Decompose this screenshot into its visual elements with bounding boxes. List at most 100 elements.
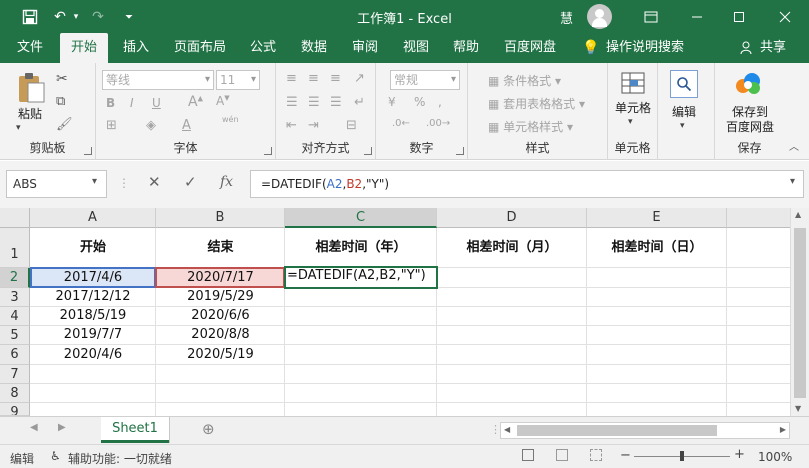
merge-center-icon[interactable]: ⊟: [346, 118, 357, 133]
fill-color-icon[interactable]: ◈: [146, 118, 156, 133]
sheet-next-icon[interactable]: ▶: [58, 422, 66, 433]
cell-styles-button[interactable]: ▦ 单元格样式 ▾: [488, 118, 573, 135]
increase-indent-icon[interactable]: ⇥: [308, 118, 319, 133]
find-icon[interactable]: [670, 70, 698, 98]
italic-button[interactable]: I: [130, 96, 134, 110]
borders-icon[interactable]: ⊞: [106, 118, 117, 133]
cell-d1[interactable]: 相差时间（月）: [437, 236, 587, 255]
column-header-d[interactable]: D: [437, 208, 587, 228]
share-person-icon[interactable]: [738, 33, 754, 63]
worksheet-grid[interactable]: A B C D E 1 2 3 4 5 6 7 8 9 开始 结束 相差时间（年…: [0, 208, 790, 416]
cell-a5[interactable]: 2019/7/7: [30, 327, 156, 342]
zoom-slider-thumb[interactable]: [680, 451, 684, 461]
collapse-ribbon-icon[interactable]: ︿: [789, 138, 799, 153]
row-header-6[interactable]: 6: [0, 345, 30, 365]
paste-icon[interactable]: [14, 71, 48, 105]
enter-icon[interactable]: ✓: [184, 173, 197, 191]
column-header-e[interactable]: E: [587, 208, 727, 228]
paste-button[interactable]: 粘贴: [10, 107, 50, 122]
cell-b1[interactable]: 结束: [156, 236, 285, 255]
share-button[interactable]: 共享: [756, 33, 790, 63]
row-header-8[interactable]: 8: [0, 384, 30, 403]
number-launcher-icon[interactable]: [456, 147, 464, 155]
ribbon-display-options-icon[interactable]: [636, 4, 666, 29]
horizontal-scroll-thumb[interactable]: [517, 425, 717, 436]
align-middle-icon[interactable]: ≡: [308, 71, 319, 86]
column-header-f[interactable]: [727, 208, 790, 228]
scroll-up-icon[interactable]: ▲: [795, 210, 801, 219]
active-cell-c2[interactable]: [284, 266, 438, 289]
cell-b2[interactable]: 2020/7/17: [156, 270, 285, 285]
orientation-icon[interactable]: ↗: [354, 71, 365, 86]
decrease-indent-icon[interactable]: ⇤: [286, 118, 297, 133]
tab-page-layout[interactable]: 页面布局: [168, 33, 232, 63]
cell-a6[interactable]: 2020/4/6: [30, 347, 156, 362]
zoom-out-button[interactable]: −: [620, 448, 631, 463]
zoom-level[interactable]: 100%: [758, 450, 792, 464]
cell-b4[interactable]: 2020/6/6: [156, 308, 285, 323]
align-left-icon[interactable]: ☰: [286, 95, 298, 110]
align-right-icon[interactable]: ☰: [330, 95, 342, 110]
tab-insert[interactable]: 插入: [116, 33, 156, 63]
tab-formulas[interactable]: 公式: [242, 33, 284, 63]
copy-icon[interactable]: ⧉: [56, 94, 65, 109]
column-header-c[interactable]: C: [285, 208, 437, 228]
close-icon[interactable]: [770, 4, 800, 29]
horizontal-scrollbar[interactable]: ◀ ▶: [500, 422, 790, 439]
row-header-9[interactable]: 9: [0, 403, 30, 416]
font-name-select[interactable]: 等线: [102, 70, 214, 90]
tab-home[interactable]: 开始: [60, 33, 108, 63]
decrease-decimal-icon[interactable]: .00→: [426, 118, 450, 129]
cut-icon[interactable]: ✂: [56, 71, 68, 87]
percent-button[interactable]: %: [414, 95, 425, 109]
align-top-icon[interactable]: ≡: [286, 71, 297, 86]
paste-dropdown-icon[interactable]: ▾: [16, 123, 21, 133]
accessibility-icon[interactable]: ♿: [50, 449, 61, 463]
alignment-launcher-icon[interactable]: [364, 147, 372, 155]
row-header-5[interactable]: 5: [0, 326, 30, 345]
font-launcher-icon[interactable]: [264, 147, 272, 155]
editing-dropdown-icon[interactable]: ▾: [680, 121, 685, 131]
cancel-icon[interactable]: ✕: [148, 173, 161, 191]
increase-font-icon[interactable]: A▲: [188, 94, 203, 110]
normal-view-icon[interactable]: [522, 449, 534, 461]
row-header-2[interactable]: 2: [0, 268, 30, 288]
formula-input[interactable]: =DATEDIF(A2,B2,"Y"): [250, 170, 804, 198]
tell-me-search[interactable]: 操作说明搜索: [604, 33, 686, 63]
cell-a3[interactable]: 2017/12/12: [30, 289, 156, 304]
row-header-7[interactable]: 7: [0, 365, 30, 384]
tab-baidu-netdisk[interactable]: 百度网盘: [498, 33, 562, 63]
accounting-format-icon[interactable]: ¥: [388, 95, 396, 109]
user-name[interactable]: 慧: [560, 8, 573, 27]
avatar[interactable]: [587, 4, 612, 29]
vertical-scrollbar[interactable]: ▲ ▼: [790, 208, 809, 416]
name-box-dropdown-icon[interactable]: ▾: [92, 176, 97, 187]
cell-e1[interactable]: 相差时间（日）: [587, 236, 727, 255]
cells-icon[interactable]: [620, 70, 646, 96]
sheet-tab-sheet1[interactable]: Sheet1: [101, 417, 169, 443]
cell-b5[interactable]: 2020/8/8: [156, 327, 285, 342]
cell-a2[interactable]: 2017/4/6: [30, 270, 156, 285]
insert-function-icon[interactable]: fx: [220, 174, 233, 190]
cell-a4[interactable]: 2018/5/19: [30, 308, 156, 323]
tab-view[interactable]: 视图: [396, 33, 436, 63]
baidu-cloud-icon[interactable]: [733, 71, 763, 97]
cells-dropdown-icon[interactable]: ▾: [628, 117, 633, 127]
align-bottom-icon[interactable]: ≡: [330, 71, 341, 86]
font-color-icon[interactable]: A: [182, 118, 191, 133]
tab-data[interactable]: 数据: [294, 33, 334, 63]
lightbulb-icon[interactable]: 💡: [582, 33, 600, 63]
clipboard-launcher-icon[interactable]: [84, 147, 92, 155]
zoom-in-button[interactable]: +: [734, 447, 745, 462]
tab-file[interactable]: 文件: [8, 33, 52, 63]
sheet-prev-icon[interactable]: ◀: [30, 422, 38, 433]
underline-button[interactable]: U: [152, 96, 161, 110]
maximize-icon[interactable]: [724, 4, 754, 29]
column-header-a[interactable]: A: [30, 208, 156, 228]
format-painter-icon[interactable]: 🖌: [56, 117, 73, 132]
select-all-corner[interactable]: [0, 208, 30, 228]
cell-c1[interactable]: 相差时间（年）: [285, 236, 437, 255]
number-format-select[interactable]: 常规: [390, 70, 460, 90]
scroll-left-icon[interactable]: ◀: [504, 425, 510, 434]
page-break-view-icon[interactable]: [590, 449, 602, 461]
